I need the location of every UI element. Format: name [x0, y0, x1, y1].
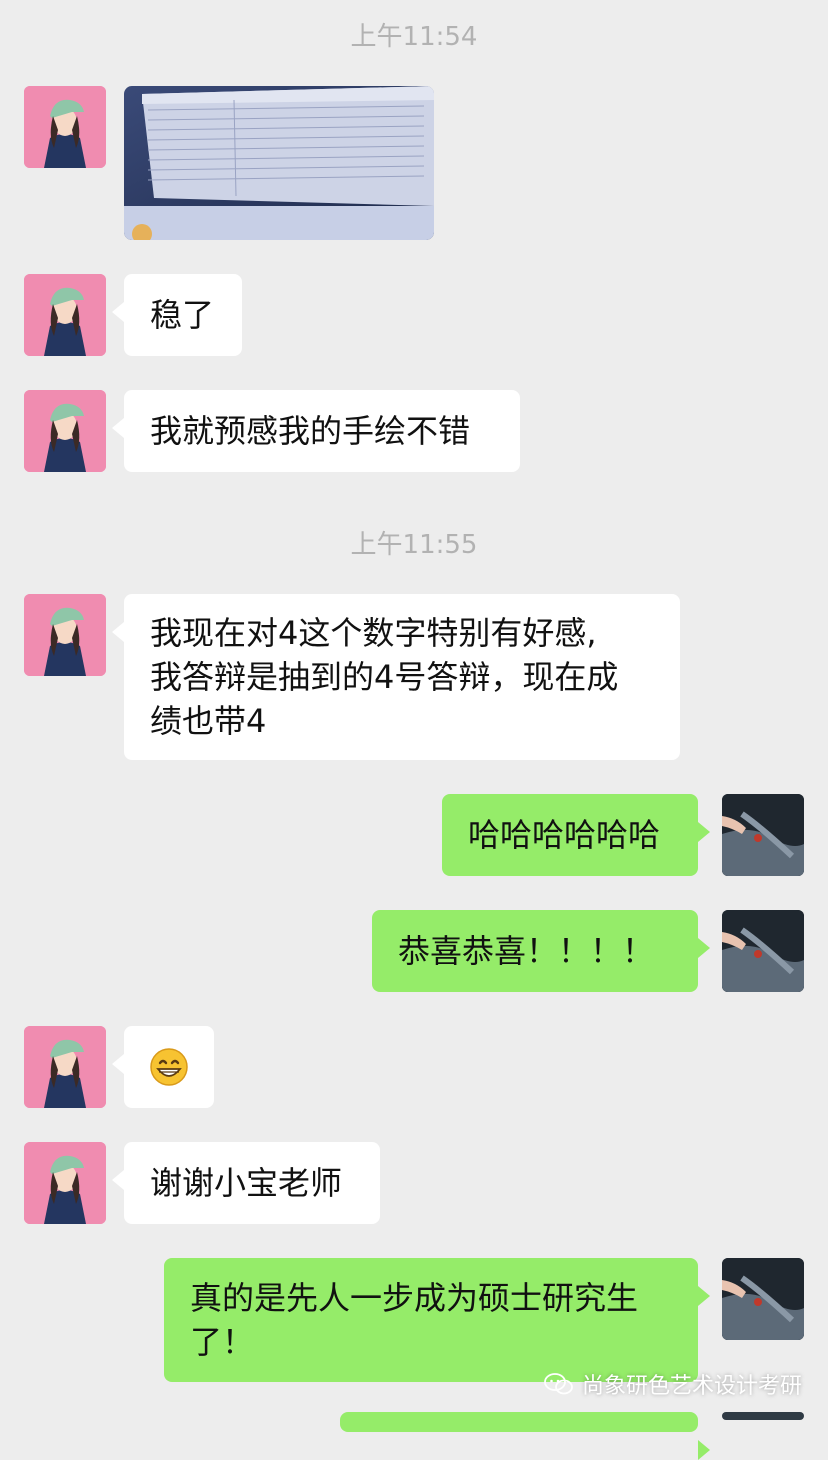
cartoon-girl-avatar-icon — [24, 1142, 106, 1224]
avatar[interactable] — [24, 594, 106, 676]
avatar[interactable] — [24, 86, 106, 168]
watermark: 尚象研色艺术设计考研 — [544, 1368, 802, 1400]
message-bubble[interactable]: 我就预感我的手绘不错 — [112, 390, 520, 472]
cartoon-girl-avatar-icon — [24, 1026, 106, 1108]
message-bubble[interactable]: 我现在对4这个数字特别有好感, 我答辩是抽到的4号答辩，现在成 绩也带4 — [112, 594, 680, 760]
message-bubble[interactable]: 真的是先人一步成为硕士研究生 了！ — [164, 1258, 710, 1382]
message-text: 稳了 — [150, 296, 215, 334]
avatar[interactable] — [722, 794, 804, 876]
timestamp: 上午11:55 — [350, 530, 478, 560]
shared-photo[interactable] — [124, 86, 434, 240]
message-text: 谢谢小宝老师 — [150, 1164, 343, 1202]
message-text-line: 绩也带4 — [150, 702, 267, 740]
cartoon-girl-avatar-icon — [24, 86, 106, 168]
cartoon-girl-avatar-icon — [24, 594, 106, 676]
avatar[interactable] — [24, 390, 106, 472]
cartoon-girl-avatar-icon — [24, 390, 106, 472]
message-text: 哈哈哈哈哈哈 — [468, 816, 661, 854]
avatar[interactable] — [24, 1026, 106, 1108]
hand-on-rock-avatar-icon — [722, 910, 804, 992]
message-text-line: 真的是先人一步成为硕士研究生 — [190, 1279, 639, 1317]
message-bubble[interactable]: 谢谢小宝老师 — [112, 1142, 380, 1224]
message-bubble[interactable]: 哈哈哈哈哈哈 — [442, 794, 710, 876]
avatar[interactable] — [722, 910, 804, 992]
message-text-line: 了！ — [190, 1323, 255, 1361]
timestamp: 上午11:54 — [350, 22, 478, 52]
message-bubble-partial[interactable] — [340, 1412, 710, 1460]
hand-on-rock-avatar-icon — [722, 1258, 804, 1340]
message-bubble[interactable]: 稳了 — [112, 274, 242, 356]
message-text-line: 我现在对4这个数字特别有好感, — [150, 614, 597, 652]
grinning-emoji-icon — [150, 1048, 188, 1086]
message-bubble[interactable] — [112, 1026, 214, 1108]
hand-on-rock-avatar-icon — [722, 794, 804, 876]
avatar-partial[interactable] — [722, 1412, 804, 1420]
message-text: 我就预感我的手绘不错 — [150, 412, 471, 450]
watermark-text: 尚象研色艺术设计考研 — [581, 1374, 802, 1399]
message-text-line: 我答辩是抽到的4号答辩，现在成 — [150, 658, 619, 696]
avatar[interactable] — [722, 1258, 804, 1340]
avatar[interactable] — [24, 274, 106, 356]
cartoon-girl-avatar-icon — [24, 274, 106, 356]
message-text: 恭喜恭喜！！！！ — [398, 932, 655, 970]
avatar[interactable] — [24, 1142, 106, 1224]
wechat-icon — [544, 1373, 573, 1395]
message-bubble[interactable]: 恭喜恭喜！！！！ — [372, 910, 710, 992]
